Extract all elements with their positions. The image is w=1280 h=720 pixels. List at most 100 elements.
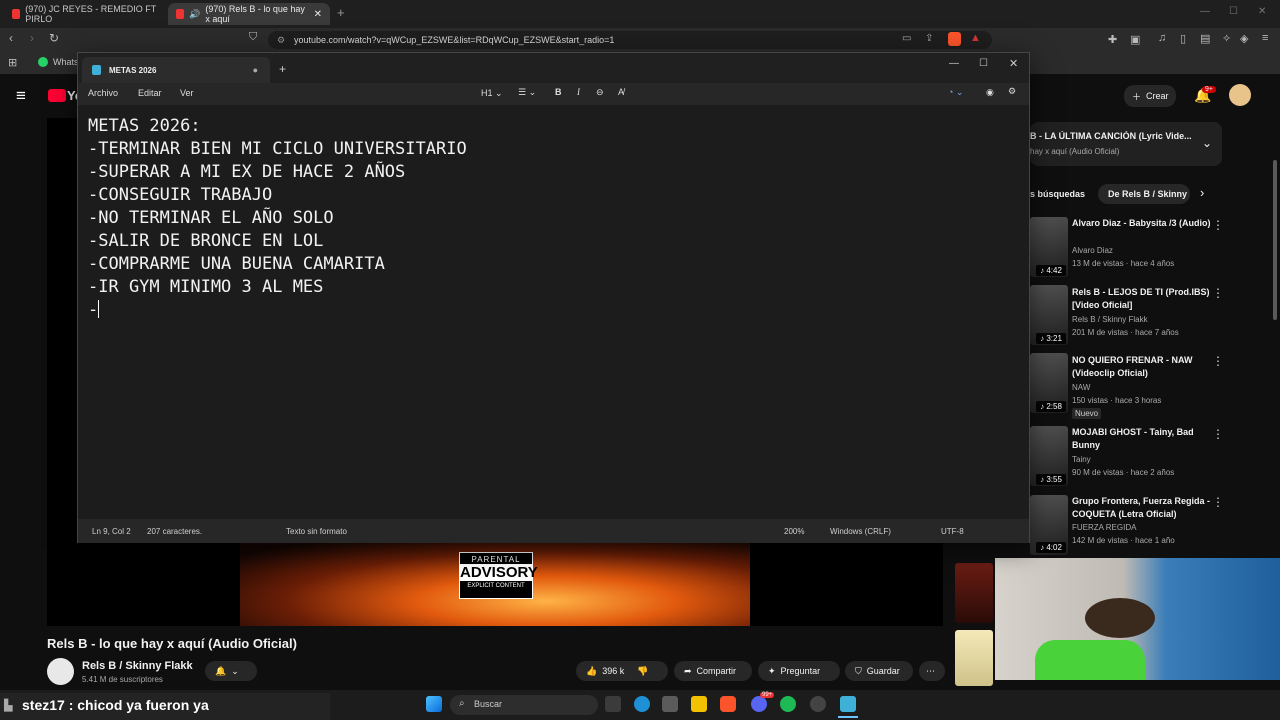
video-item-channel[interactable]: Tainy	[1072, 455, 1091, 464]
user-avatar[interactable]	[1229, 84, 1251, 106]
thumbnail[interactable]	[955, 630, 993, 686]
share-button[interactable]: ➦ Compartir	[674, 661, 752, 681]
browser-tab-active[interactable]: 🔊 (970) Rels B - lo que hay x aquí ✕	[168, 3, 330, 25]
create-button[interactable]: ＋ Crear	[1124, 85, 1176, 107]
menu-editar[interactable]: Editar	[138, 88, 162, 98]
new-tab-icon[interactable]: +	[279, 62, 286, 76]
kebab-menu-icon[interactable]: ⋮	[1212, 427, 1224, 441]
video-item-channel[interactable]: NAW	[1072, 383, 1090, 392]
italic-icon[interactable]: I	[577, 87, 580, 97]
file-explorer-icon[interactable]	[691, 696, 707, 712]
bookmark-icon[interactable]: ⛉	[249, 31, 257, 44]
browser-tab[interactable]: (970) JC REYES - REMEDIO FT PIRLO	[4, 3, 166, 25]
url-input[interactable]: ⚙ youtube.com/watch?v=qWCup_EZSWE&list=R…	[268, 31, 992, 49]
text-line: -TERMINAR BIEN MI CICLO UNIVERSITARIO	[88, 139, 467, 159]
maximize-icon[interactable]: ☐	[1229, 6, 1238, 17]
video-item-channel[interactable]: Rels B / Skinny Flakk	[1072, 315, 1148, 324]
video-item-title[interactable]: Alvaro Diaz - Babysita /3 (Audio)	[1072, 217, 1212, 230]
link-icon[interactable]: ⊖	[596, 87, 604, 98]
unsaved-dot-icon[interactable]: ●	[253, 65, 258, 75]
minimize-icon[interactable]: —	[949, 58, 959, 69]
reading-icon[interactable]: ▣	[1130, 33, 1140, 46]
chevron-right-icon[interactable]: ›	[1200, 185, 1204, 200]
list-icon[interactable]: ☰ ⌄	[518, 87, 536, 98]
sidebar-icon[interactable]: ▯	[1180, 32, 1186, 45]
discord-icon[interactable]	[751, 696, 767, 712]
site-info-icon[interactable]: ⚙	[277, 31, 285, 49]
vpn-icon[interactable]: ◈	[1240, 32, 1248, 45]
minimize-icon[interactable]: —	[1200, 6, 1210, 17]
page-scrollbar[interactable]	[1273, 160, 1277, 320]
media-icon[interactable]: ♫	[1158, 32, 1166, 44]
share-icon[interactable]: ⇪	[925, 33, 933, 44]
menu-archivo[interactable]: Archivo	[88, 88, 118, 98]
cast-icon[interactable]: ▭	[902, 33, 911, 44]
menu-ver[interactable]: Ver	[180, 88, 194, 98]
back-icon[interactable]: ‹	[9, 31, 13, 45]
thumbnail[interactable]	[955, 563, 993, 623]
channel-name[interactable]: Rels B / Skinny Flakk	[82, 660, 193, 672]
clear-format-icon[interactable]: A̸	[618, 87, 624, 97]
wallet-icon[interactable]: ▤	[1200, 32, 1210, 45]
spotify-icon[interactable]	[780, 696, 796, 712]
menu-icon[interactable]: ≡	[1262, 32, 1268, 44]
heading-select[interactable]: H1 ⌄	[481, 88, 503, 99]
obs-icon[interactable]	[810, 696, 826, 712]
hamburger-icon[interactable]: ≡	[16, 86, 26, 106]
kebab-menu-icon[interactable]: ⋮	[1212, 286, 1224, 300]
close-tab-icon[interactable]: ✕	[314, 9, 322, 20]
video-item-title[interactable]: MOJABI GHOST - Tainy, Bad Bunny	[1072, 426, 1212, 452]
chat-icon: ▙	[4, 700, 13, 712]
ask-label: Preguntar	[780, 666, 821, 676]
kebab-menu-icon[interactable]: ⋮	[1212, 495, 1224, 509]
new-tab-icon[interactable]: +	[337, 5, 345, 20]
video-item-meta: 150 vistas · hace 3 horas	[1072, 396, 1162, 405]
playlist-panel[interactable]: B - LA ÚLTIMA CANCIÓN (Lyric Vide... hay…	[1030, 122, 1222, 166]
ask-button[interactable]: ✦ Preguntar	[758, 661, 840, 681]
bold-icon[interactable]: B	[555, 87, 562, 97]
edge-icon[interactable]	[634, 696, 650, 712]
apps-grid-icon[interactable]: ⊞	[8, 56, 17, 69]
settings-gear-icon[interactable]: ⚙	[1008, 86, 1016, 97]
chip-searches[interactable]: s búsquedas	[1030, 184, 1094, 204]
video-item-title[interactable]: Grupo Frontera, Fuerza Regida - COQUETA …	[1072, 495, 1212, 521]
brave-shield-icon[interactable]	[948, 32, 961, 46]
kebab-menu-icon[interactable]: ⋮	[1212, 218, 1224, 232]
notepad-taskbar-icon[interactable]	[840, 696, 856, 712]
task-view-icon[interactable]	[605, 696, 621, 712]
account-icon[interactable]: ◉	[986, 87, 994, 98]
taskbar-search[interactable]: ⌕ Buscar	[450, 695, 598, 715]
video-item-title[interactable]: Rels B - LEJOS DE TI (Prod.IBS) [Video O…	[1072, 286, 1212, 312]
video-item-channel[interactable]: Alvaro Diaz	[1072, 246, 1113, 255]
more-actions-button[interactable]: ⋯	[919, 661, 945, 681]
windows-start-icon[interactable]	[426, 696, 442, 712]
kebab-menu-icon[interactable]: ⋮	[1212, 354, 1224, 368]
reload-icon[interactable]: ↻	[49, 31, 59, 45]
like-button[interactable]: 👍 396 k 👎	[576, 661, 668, 681]
channel-avatar[interactable]	[47, 658, 74, 685]
chip-channel[interactable]: De Rels B / Skinny F	[1098, 184, 1190, 204]
leo-icon[interactable]: ✧	[1222, 32, 1231, 45]
close-window-icon[interactable]: ✕	[1258, 6, 1266, 17]
brave-rewards-icon[interactable]: ▲	[970, 32, 981, 44]
status-zoom[interactable]: 200%	[784, 527, 804, 536]
text-line: -COMPRARME UNA BUENA CAMARITA	[88, 254, 385, 274]
thumbs-down-icon[interactable]: 👎	[637, 666, 648, 677]
video-item-title[interactable]: NO QUIERO FRENAR - NAW (Videoclip Oficia…	[1072, 354, 1212, 380]
bookmark-whatsapp[interactable]: Whats	[53, 57, 79, 67]
close-icon[interactable]: ✕	[1009, 57, 1018, 70]
video-item-channel[interactable]: FUERZA REGIDA	[1072, 523, 1136, 532]
chevron-down-icon[interactable]: ⌄	[1202, 136, 1212, 150]
save-button[interactable]: ⛉ Guardar	[845, 661, 913, 681]
notepad-editor[interactable]: METAS 2026: -TERMINAR BIEN MI CICLO UNIVE…	[78, 105, 1029, 519]
extensions-icon[interactable]: ✚	[1108, 33, 1117, 46]
forward-icon[interactable]: ›	[30, 31, 34, 45]
notepad-text[interactable]: METAS 2026: -TERMINAR BIEN MI CICLO UNIVE…	[88, 115, 467, 322]
notepad-tab[interactable]: METAS 2026 ●	[82, 57, 270, 83]
brave-taskbar-icon[interactable]	[720, 696, 736, 712]
maximize-icon[interactable]: ☐	[979, 58, 988, 69]
subscribed-bell-button[interactable]: 🔔 ⌄	[205, 661, 257, 681]
copilot-icon[interactable]: ◔ ⌄	[948, 87, 963, 98]
store-icon[interactable]	[662, 696, 678, 712]
youtube-logo-icon[interactable]	[48, 89, 66, 102]
